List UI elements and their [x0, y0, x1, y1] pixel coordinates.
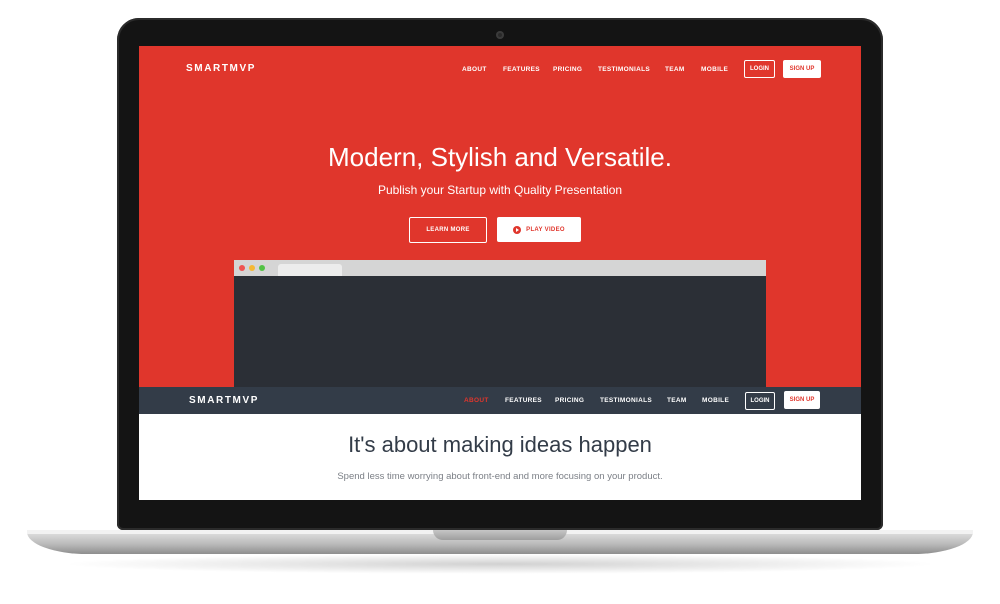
nav-link-team[interactable]: TEAM: [665, 66, 685, 73]
signup-button[interactable]: SIGN UP: [783, 60, 821, 78]
browser-titlebar: [234, 260, 766, 276]
play-video-label: PLAY VIDEO: [526, 226, 565, 233]
sticky-nav-link-mobile[interactable]: MOBILE: [702, 397, 729, 404]
sticky-nav-link-team[interactable]: TEAM: [667, 397, 687, 404]
nav-link-pricing[interactable]: PRICING: [553, 66, 582, 73]
sticky-navbar: SMARTMVP ABOUT FEATURES PRICING TESTIMON…: [139, 387, 861, 414]
sticky-login-button[interactable]: LOGIN: [745, 392, 775, 410]
play-icon: [513, 225, 522, 234]
hero-headline: Modern, Stylish and Versatile.: [328, 142, 672, 172]
window-close-dot-icon: [239, 265, 245, 271]
sticky-nav-link-testimonials[interactable]: TESTIMONIALS: [600, 397, 652, 404]
login-button[interactable]: LOGIN: [744, 60, 775, 78]
nav-link-testimonials[interactable]: TESTIMONIALS: [598, 66, 650, 73]
about-title: It's about making ideas happen: [348, 432, 652, 457]
about-section: It's about making ideas happen Spend les…: [139, 414, 861, 500]
about-text: Spend less time worrying about front-end…: [337, 471, 663, 482]
nav-link-features[interactable]: FEATURES: [503, 66, 540, 73]
laptop-shadow: [60, 554, 940, 574]
nav-link-mobile[interactable]: MOBILE: [701, 66, 728, 73]
sticky-logo[interactable]: SMARTMVP: [189, 395, 259, 406]
play-video-button[interactable]: PLAY VIDEO: [497, 217, 581, 242]
sticky-signup-button[interactable]: SIGN UP: [784, 391, 820, 409]
hero-subheadline: Publish your Startup with Quality Presen…: [377, 183, 623, 197]
laptop-notch: [433, 530, 567, 540]
browser-mockup: [234, 260, 766, 387]
hero-logo[interactable]: SMARTMVP: [186, 63, 256, 74]
window-minimize-dot-icon: [249, 265, 255, 271]
browser-tab: [278, 264, 342, 276]
window-zoom-dot-icon: [259, 265, 265, 271]
learn-more-button[interactable]: LEARN MORE: [409, 217, 487, 243]
sticky-nav-link-pricing[interactable]: PRICING: [555, 397, 584, 404]
sticky-nav-link-features[interactable]: FEATURES: [505, 397, 542, 404]
nav-link-about[interactable]: ABOUT: [462, 66, 487, 73]
laptop-screen: SMARTMVP ABOUT FEATURES PRICING TESTIMON…: [139, 46, 861, 500]
sticky-nav-link-about[interactable]: ABOUT: [464, 397, 489, 404]
webcam-icon: [496, 31, 504, 39]
hero-section: SMARTMVP ABOUT FEATURES PRICING TESTIMON…: [139, 46, 861, 387]
